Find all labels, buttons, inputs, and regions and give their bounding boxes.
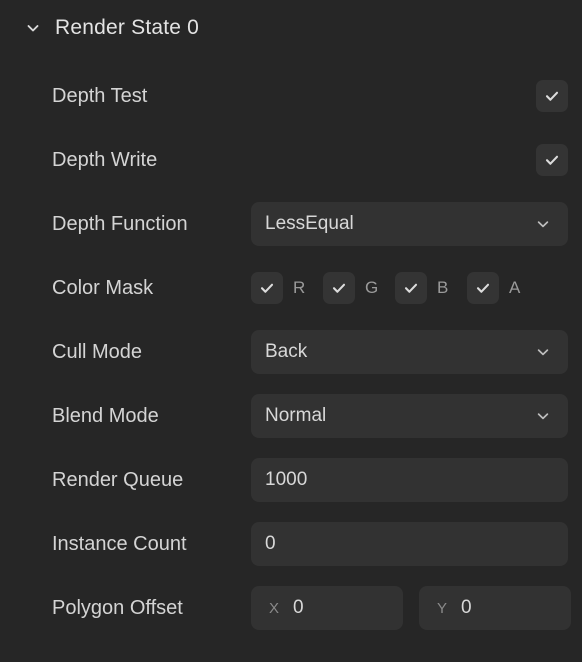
check-icon bbox=[332, 283, 346, 293]
property-row-color-mask: Color Mask R G B A bbox=[0, 256, 582, 320]
color-mask-a-label: A bbox=[509, 278, 521, 297]
chevron-down-icon[interactable] bbox=[534, 215, 552, 233]
instance-count-input[interactable]: 0 bbox=[251, 522, 568, 566]
depth-function-dropdown[interactable]: LessEqual bbox=[251, 202, 568, 246]
depth-write-checkbox[interactable] bbox=[536, 144, 568, 176]
color-mask-g-checkbox[interactable] bbox=[323, 272, 355, 304]
polygon-offset-y-axis-label: Y bbox=[437, 599, 448, 617]
instance-count-value: 0 bbox=[265, 533, 276, 554]
polygon-offset-y-value: 0 bbox=[461, 597, 472, 618]
check-icon bbox=[260, 283, 274, 293]
cull-mode-dropdown[interactable]: Back bbox=[251, 330, 568, 374]
property-row-instance-count: Instance Count 0 bbox=[0, 512, 582, 576]
property-label: Color Mask bbox=[52, 276, 154, 299]
color-mask-group: R G B A bbox=[251, 256, 523, 320]
depth-function-value: LessEqual bbox=[265, 213, 354, 234]
chevron-down-icon[interactable] bbox=[534, 343, 552, 361]
render-queue-value: 1000 bbox=[265, 469, 308, 490]
property-label: Polygon Offset bbox=[52, 596, 183, 619]
property-label: Depth Write bbox=[52, 148, 158, 171]
color-mask-b-label: B bbox=[437, 278, 449, 297]
property-label: Render Queue bbox=[52, 468, 184, 491]
color-mask-channel-g: G bbox=[323, 272, 379, 304]
property-row-blend-mode: Blend Mode Normal bbox=[0, 384, 582, 448]
depth-test-checkbox[interactable] bbox=[536, 80, 568, 112]
property-row-depth-function: Depth Function LessEqual bbox=[0, 192, 582, 256]
property-label: Depth Test bbox=[52, 84, 148, 107]
render-queue-input[interactable]: 1000 bbox=[251, 458, 568, 502]
property-row-render-queue: Render Queue 1000 bbox=[0, 448, 582, 512]
blend-mode-dropdown[interactable]: Normal bbox=[251, 394, 568, 438]
check-icon bbox=[476, 283, 490, 293]
cull-mode-value: Back bbox=[265, 341, 308, 362]
property-label: Instance Count bbox=[52, 532, 187, 555]
color-mask-channel-b: B bbox=[395, 272, 451, 304]
color-mask-r-checkbox[interactable] bbox=[251, 272, 283, 304]
check-icon bbox=[404, 283, 418, 293]
color-mask-g-label: G bbox=[365, 278, 379, 297]
color-mask-channel-a: A bbox=[467, 272, 523, 304]
property-row-depth-test: Depth Test bbox=[0, 64, 582, 128]
property-row-depth-write: Depth Write bbox=[0, 128, 582, 192]
render-state-inspector-panel: Render State 0 Depth Test Depth Write De… bbox=[0, 0, 582, 662]
section-title: Render State 0 bbox=[55, 16, 200, 39]
color-mask-r-label: R bbox=[293, 278, 306, 297]
blend-mode-value: Normal bbox=[265, 405, 327, 426]
polygon-offset-x-value: 0 bbox=[293, 597, 304, 618]
polygon-offset-y-input[interactable]: Y 0 bbox=[419, 586, 571, 630]
section-header-render-state[interactable]: Render State 0 bbox=[0, 0, 582, 56]
polygon-offset-x-axis-label: X bbox=[269, 599, 280, 617]
color-mask-channel-r: R bbox=[251, 272, 307, 304]
color-mask-a-checkbox[interactable] bbox=[467, 272, 499, 304]
color-mask-b-checkbox[interactable] bbox=[395, 272, 427, 304]
property-label: Blend Mode bbox=[52, 404, 159, 427]
chevron-down-icon[interactable] bbox=[22, 17, 44, 39]
property-label: Depth Function bbox=[52, 212, 188, 235]
property-row-cull-mode: Cull Mode Back bbox=[0, 320, 582, 384]
polygon-offset-x-input[interactable]: X 0 bbox=[251, 586, 403, 630]
check-icon bbox=[545, 155, 559, 165]
check-icon bbox=[545, 91, 559, 101]
chevron-down-icon[interactable] bbox=[534, 407, 552, 425]
property-row-polygon-offset: Polygon Offset X 0 Y 0 bbox=[0, 576, 582, 640]
property-label: Cull Mode bbox=[52, 340, 143, 363]
